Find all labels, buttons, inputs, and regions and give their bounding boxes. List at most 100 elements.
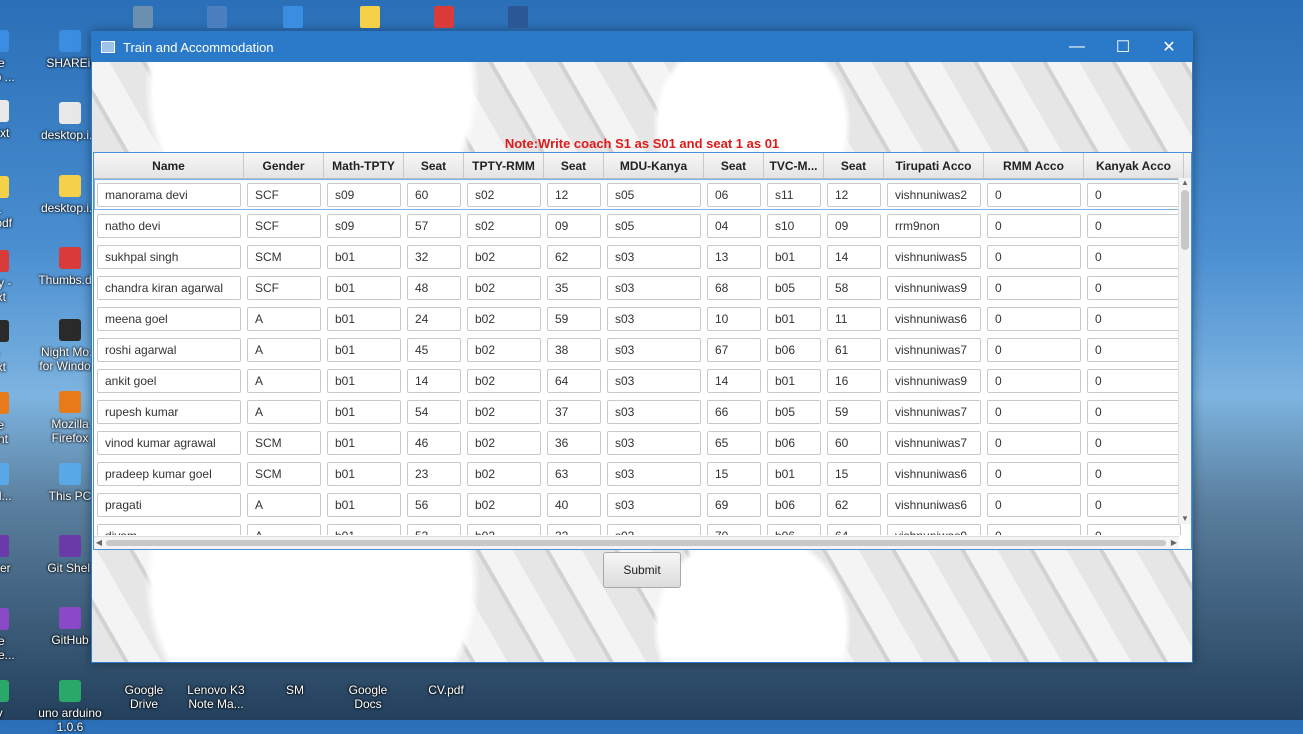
cell-input[interactable] [97,213,241,238]
cell-input[interactable] [407,213,461,238]
cell-input[interactable] [887,244,981,269]
table-row[interactable] [94,458,1191,489]
desktop-icon[interactable]: - .txt [0,320,30,374]
cell-input[interactable] [1087,275,1181,300]
cell-input[interactable] [1087,213,1181,238]
cell-input[interactable] [407,430,461,455]
cell-input[interactable] [827,399,881,424]
cell-input[interactable] [247,182,321,207]
cell-input[interactable] [987,399,1081,424]
cell-input[interactable] [827,275,881,300]
cell-input[interactable] [547,492,601,517]
cell-input[interactable] [767,337,821,362]
cell-input[interactable] [887,182,981,207]
desktop-icon[interactable]: ne ome... [0,608,30,662]
cell-input[interactable] [547,399,601,424]
cell-input[interactable] [987,306,1081,331]
cell-input[interactable] [467,492,541,517]
cell-input[interactable] [767,492,821,517]
cell-input[interactable] [327,492,401,517]
cell-input[interactable] [887,337,981,362]
cell-input[interactable] [827,213,881,238]
cell-input[interactable] [407,337,461,362]
cell-input[interactable] [327,275,401,300]
cell-input[interactable] [987,461,1081,486]
column-header[interactable]: Gender [244,153,324,178]
desktop-icon[interactable]: be hop ... [0,30,30,84]
cell-input[interactable] [467,244,541,269]
desktop-icon[interactable]: uno arduino 1.0.6 [38,680,102,734]
cell-input[interactable] [467,523,541,535]
cell-input[interactable] [707,461,761,486]
cell-input[interactable] [707,492,761,517]
cell-input[interactable] [97,244,241,269]
scroll-right-arrow-icon[interactable]: ▶ [1169,537,1179,549]
cell-input[interactable] [767,244,821,269]
cell-input[interactable] [1087,244,1181,269]
minimize-button[interactable]: — [1054,32,1100,62]
cell-input[interactable] [467,306,541,331]
scroll-down-arrow-icon[interactable]: ▼ [1179,514,1191,524]
cell-input[interactable] [467,430,541,455]
table-row[interactable] [94,272,1191,303]
desktop-icon[interactable]: SM [263,663,327,697]
cell-input[interactable] [247,244,321,269]
cell-input[interactable] [767,368,821,393]
desktop-shortcut-icon[interactable] [207,6,227,28]
submit-button[interactable]: Submit [603,552,681,588]
cell-input[interactable] [707,523,761,535]
cell-input[interactable] [247,275,321,300]
cell-input[interactable] [247,213,321,238]
cell-input[interactable] [987,368,1081,393]
cell-input[interactable] [467,275,541,300]
cell-input[interactable] [407,368,461,393]
cell-input[interactable] [547,430,601,455]
cell-input[interactable] [407,275,461,300]
table-row[interactable] [94,334,1191,365]
cell-input[interactable] [247,399,321,424]
column-header[interactable]: Name [94,153,244,178]
desktop-icon[interactable]: Vid... [0,463,30,503]
cell-input[interactable] [827,244,881,269]
horizontal-scrollbar[interactable]: ◀ ▶ [94,536,1179,549]
cell-input[interactable] [827,523,881,535]
cell-input[interactable] [767,523,821,535]
cell-input[interactable] [987,492,1081,517]
cell-input[interactable] [887,275,981,300]
cell-input[interactable] [467,182,541,207]
cell-input[interactable] [97,275,241,300]
column-header[interactable]: Seat [824,153,884,178]
cell-input[interactable] [467,368,541,393]
vertical-scroll-thumb[interactable] [1181,190,1189,250]
desktop-icon[interactable]: opy - .txt [0,250,30,304]
cell-input[interactable] [247,430,321,455]
table-row[interactable] [94,179,1191,210]
cell-input[interactable] [547,275,601,300]
cell-input[interactable] [607,244,701,269]
cell-input[interactable] [547,461,601,486]
cell-input[interactable] [547,337,601,362]
desktop-icon[interactable]: CV.pdf [414,663,478,697]
column-header[interactable]: Seat [404,153,464,178]
desktop-icon[interactable]: wser [0,535,30,575]
vertical-scrollbar[interactable]: ▲ ▼ [1178,178,1191,524]
table-row[interactable] [94,489,1191,520]
cell-input[interactable] [827,430,881,455]
cell-input[interactable] [607,399,701,424]
cell-input[interactable] [247,368,321,393]
cell-input[interactable] [1087,399,1181,424]
cell-input[interactable] [607,182,701,207]
cell-input[interactable] [767,399,821,424]
cell-input[interactable] [327,523,401,535]
desktop-shortcut-icon[interactable] [133,6,153,28]
cell-input[interactable] [707,430,761,455]
column-header[interactable]: Tirupati Acco [884,153,984,178]
cell-input[interactable] [607,306,701,331]
cell-input[interactable] [767,182,821,207]
cell-input[interactable] [247,461,321,486]
cell-input[interactable] [767,430,821,455]
cell-input[interactable] [987,523,1081,535]
cell-input[interactable] [827,492,881,517]
cell-input[interactable] [547,244,601,269]
column-header[interactable]: TPTY-RMM [464,153,544,178]
